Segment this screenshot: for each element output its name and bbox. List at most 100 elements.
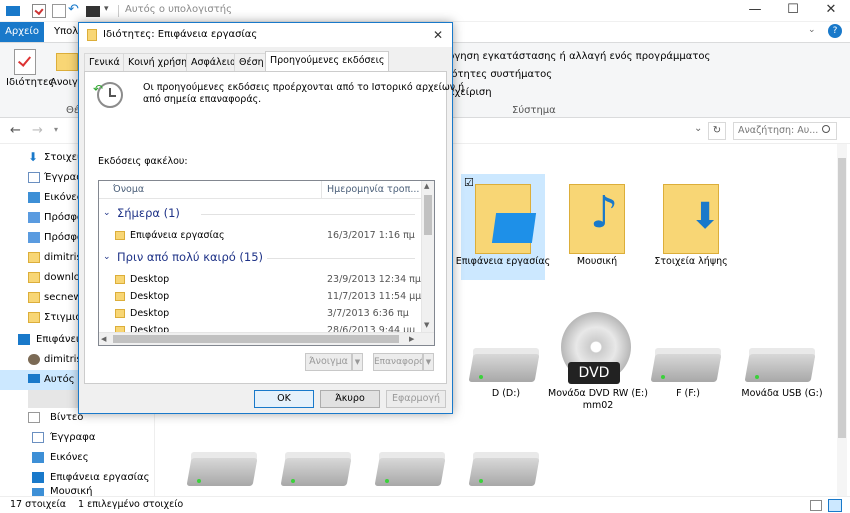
details-view-icon[interactable] <box>810 500 822 511</box>
forward-arrow-icon[interactable]: → <box>32 123 43 138</box>
drive-item-row2-4[interactable] <box>451 446 561 496</box>
desktop-icon <box>32 472 44 483</box>
search-icon[interactable] <box>822 125 830 133</box>
scroll-right-icon[interactable]: ▶ <box>409 335 414 343</box>
version-row[interactable]: Desktop 3/7/2013 6:36 πμ <box>99 305 419 322</box>
drive-item-usb[interactable]: Μονάδα USB (G:) <box>727 342 837 412</box>
ribbon-group-system: Σύστημα <box>512 105 556 116</box>
computer-icon <box>6 6 20 16</box>
tab-file[interactable]: Αρχείο <box>0 22 44 42</box>
history-clock-icon: ↶ <box>93 82 123 108</box>
user-icon <box>28 354 40 365</box>
versions-listview[interactable]: Όνομα Ημερομηνία τροπ... ⌄ Σήμερα (1) Επ… <box>98 180 435 346</box>
version-row[interactable]: Desktop 23/9/2013 12:34 πμ <box>99 271 421 288</box>
recent-icon <box>28 212 40 223</box>
new-file-quick-icon[interactable] <box>52 4 66 18</box>
close-window-button[interactable]: ✕ <box>812 0 850 22</box>
music-note-icon: ♪ <box>590 187 619 238</box>
open-version-button[interactable]: Άνοιγμα <box>305 353 352 371</box>
chevron-down-icon: ⌄ <box>103 208 111 218</box>
dialog-title: Ιδιότητες: Επιφάνεια εργασίας <box>103 29 258 40</box>
listview-header: Όνομα Ημερομηνία τροπ... <box>99 181 421 199</box>
search-input[interactable]: Αναζήτηση: Αυ... <box>733 122 837 140</box>
nav-item-placeholder <box>28 390 78 408</box>
folder-icon <box>28 272 40 283</box>
terminal-icon[interactable] <box>86 6 100 17</box>
quick-access-dropdown-icon[interactable]: ▾ <box>104 4 118 18</box>
restore-dropdown-icon[interactable]: ▼ <box>423 353 434 371</box>
scroll-left-icon[interactable]: ◀ <box>101 335 106 343</box>
system-properties-link[interactable]: ιότητες συστήματος <box>448 69 552 80</box>
green-arrow-icon: ↶ <box>93 82 104 96</box>
large-icons-view-icon[interactable] <box>828 499 842 512</box>
recent-locations-icon[interactable]: ▾ <box>54 125 58 134</box>
properties-quick-icon[interactable] <box>32 4 46 18</box>
column-date-header[interactable]: Ημερομηνία τροπ... <box>327 184 419 195</box>
download-arrow-icon: ⬇ <box>690 196 721 237</box>
folder-icon <box>115 309 125 318</box>
cancel-button[interactable]: Άκυρο <box>320 390 380 408</box>
nav-item-desktop[interactable]: Επιφάνεια εργασίας <box>0 468 155 488</box>
nav-item-pictures-2[interactable]: Εικόνες <box>0 448 155 468</box>
uninstall-program-link[interactable]: ργηση εγκατάστασης ή αλλαγή ενός προγράμ… <box>448 51 710 62</box>
listview-hscrollbar[interactable]: ◀ ▶ <box>99 332 434 345</box>
dialog-close-button[interactable]: ✕ <box>433 23 443 47</box>
tab-sharing[interactable]: Κοινή χρήση <box>123 53 193 71</box>
scroll-up-icon[interactable]: ▲ <box>424 182 429 190</box>
tab-computer[interactable]: Υπολ <box>54 22 78 42</box>
scrollbar-thumb[interactable] <box>424 195 432 235</box>
minimize-button[interactable]: — <box>736 0 774 22</box>
restore-version-button[interactable]: Επαναφορά <box>373 353 423 371</box>
maximize-button[interactable]: ☐ <box>774 0 812 22</box>
selection-checkbox[interactable]: ☑ <box>464 176 474 189</box>
listview-vscrollbar[interactable]: ▲ ▼ <box>421 181 434 332</box>
desktop-icon <box>491 213 537 243</box>
folder-icon <box>115 275 125 284</box>
group-header-today[interactable]: ⌄ Σήμερα (1) <box>99 205 419 222</box>
pictures-icon <box>28 192 40 203</box>
nav-item-documents-2[interactable]: Έγγραφα <box>0 428 155 448</box>
scroll-down-icon[interactable]: ▼ <box>424 321 429 329</box>
folder-item-downloads[interactable]: ⬇ Στοιχεία λήψης <box>649 174 733 280</box>
tab-general[interactable]: Γενικά <box>84 53 125 71</box>
open-folder-icon <box>56 53 78 71</box>
info-text-line-2: από σημεία επαναφοράς. <box>143 94 262 105</box>
title-divider <box>118 5 119 17</box>
ribbon-collapse-icon[interactable]: ⌄ <box>808 25 816 35</box>
group-header-long-ago[interactable]: ⌄ Πριν από πολύ καιρό (15) <box>99 249 419 266</box>
properties-button[interactable]: Ιδιότητες <box>6 77 54 88</box>
address-dropdown-icon[interactable]: ⌄ <box>694 123 702 134</box>
column-divider <box>321 181 322 199</box>
recent-icon <box>28 232 40 243</box>
download-arrow-icon: ⬇ <box>28 150 39 164</box>
refresh-button[interactable]: ↻ <box>708 122 726 140</box>
explorer-title-bar: ↶ ▾ Αυτός ο υπολογιστής — ☐ ✕ <box>0 0 850 22</box>
content-scrollbar[interactable] <box>837 144 847 496</box>
scrollbar-thumb[interactable] <box>838 158 846 438</box>
folder-item-desktop[interactable]: ☑ Επιφάνεια εργασίας <box>456 174 550 280</box>
open-dropdown-icon[interactable]: ▼ <box>352 353 363 371</box>
back-arrow-icon[interactable]: ← <box>10 123 21 138</box>
desktop-icon <box>18 334 30 345</box>
properties-dialog: Ιδιότητες: Επιφάνεια εργασίας ✕ Γενικά Κ… <box>78 22 464 414</box>
help-icon[interactable]: ? <box>828 24 842 38</box>
nav-item-music[interactable]: Μουσική <box>0 486 155 496</box>
apply-button[interactable]: Εφαρμογή <box>386 390 446 408</box>
tab-location[interactable]: Θέση <box>234 53 269 71</box>
folder-icon <box>28 292 40 303</box>
column-name-header[interactable]: Όνομα <box>113 184 144 195</box>
hscrollbar-thumb[interactable] <box>113 335 399 343</box>
ok-button[interactable]: OK <box>254 390 314 408</box>
folder-icon <box>115 231 125 240</box>
item-count: 17 στοιχεία <box>10 499 66 510</box>
video-icon <box>28 412 40 423</box>
undo-icon[interactable]: ↶ <box>68 3 82 18</box>
version-row[interactable]: Desktop 11/7/2013 11:54 μμ <box>99 288 421 305</box>
folder-item-music[interactable]: ♪ Μουσική <box>555 174 639 280</box>
tab-previous-versions[interactable]: Προηγούμενες εκδόσεις <box>265 51 390 72</box>
tab-security[interactable]: Ασφάλεια <box>186 53 242 71</box>
info-text-line-1: Οι προηγούμενες εκδόσεις προέρχονται από… <box>143 82 465 93</box>
pictures-icon <box>32 452 44 463</box>
folder-icon <box>475 184 537 254</box>
version-row[interactable]: Επιφάνεια εργασίας 16/3/2017 1:16 πμ <box>99 227 419 244</box>
